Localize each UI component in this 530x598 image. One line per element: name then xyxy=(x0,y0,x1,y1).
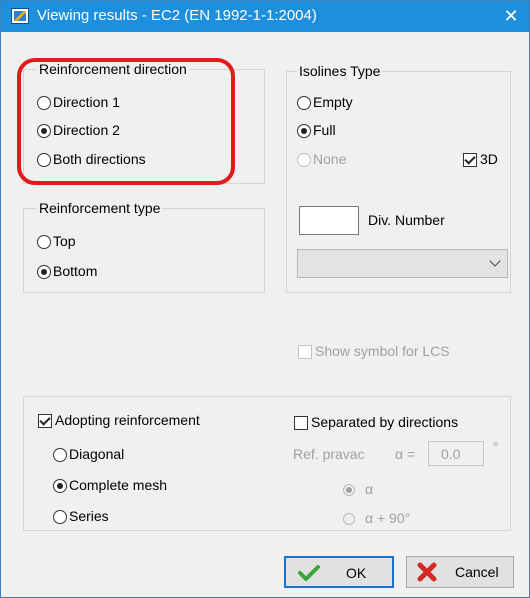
checkbox-box xyxy=(298,345,312,360)
check-icon xyxy=(463,153,477,168)
highlight-annotation xyxy=(17,58,235,185)
window-title: Viewing results - EC2 (EN 1992-1-1:2004) xyxy=(37,7,317,24)
reinforcement-type-group xyxy=(23,208,265,293)
chevron-down-icon xyxy=(489,255,501,267)
ok-button[interactable]: OK xyxy=(284,556,394,588)
radio-circle xyxy=(297,153,311,168)
checkbox-show-symbol-lcs[interactable]: Show symbol for LCS xyxy=(298,342,450,360)
ref-pravac-label: Ref. pravac xyxy=(293,446,365,462)
radio-series[interactable]: Series xyxy=(53,507,109,525)
title-bar: Viewing results - EC2 (EN 1992-1-1:2004)… xyxy=(1,1,529,32)
div-number-input[interactable] xyxy=(299,206,359,235)
cancel-button[interactable]: Cancel xyxy=(406,556,514,588)
radio-dot-selected xyxy=(343,484,355,497)
checkbox-adopting-reinforcement[interactable]: Adopting reinforcement xyxy=(38,411,200,429)
radio-alpha-plus-90[interactable]: α + 90° xyxy=(343,510,410,526)
dialog-window: Viewing results - EC2 (EN 1992-1-1:2004)… xyxy=(0,0,530,598)
radio-circle xyxy=(37,235,51,250)
radio-none[interactable]: None xyxy=(297,150,346,168)
check-icon xyxy=(38,414,52,429)
cancel-label: Cancel xyxy=(455,564,499,580)
checkbox-box xyxy=(294,416,308,431)
radio-dot xyxy=(343,513,355,526)
close-icon[interactable]: ✕ xyxy=(493,1,529,32)
radio-circle-selected xyxy=(53,479,67,494)
isolines-combo[interactable] xyxy=(297,249,508,278)
checkbox-separated-by-directions[interactable]: Separated by directions xyxy=(294,413,458,431)
radio-circle xyxy=(53,510,67,525)
app-icon xyxy=(11,8,29,24)
isolines-type-title: Isolines Type xyxy=(297,63,383,79)
checkbox-3d[interactable]: 3D xyxy=(463,150,498,168)
radio-empty[interactable]: Empty xyxy=(297,93,353,111)
reinforcement-type-title: Reinforcement type xyxy=(37,200,163,216)
radio-full[interactable]: Full xyxy=(297,121,336,139)
ok-label: OK xyxy=(346,565,367,581)
radio-circle-selected xyxy=(37,265,51,280)
radio-complete-mesh[interactable]: Complete mesh xyxy=(53,476,167,494)
alpha-input[interactable]: 0.0 xyxy=(428,441,484,466)
radio-bottom[interactable]: Bottom xyxy=(37,262,97,280)
div-number-label: Div. Number xyxy=(368,212,445,228)
radio-alpha[interactable]: α xyxy=(343,481,373,497)
radio-circle xyxy=(53,448,67,463)
radio-circle xyxy=(297,96,311,111)
checkmark-icon xyxy=(298,564,320,585)
radio-circle-selected xyxy=(297,124,311,139)
degree-label: ° xyxy=(493,439,499,455)
cancel-x-icon xyxy=(417,562,437,585)
alpha-equals-label: α = xyxy=(395,446,416,462)
radio-diagonal[interactable]: Diagonal xyxy=(53,445,124,463)
radio-top[interactable]: Top xyxy=(37,232,76,250)
